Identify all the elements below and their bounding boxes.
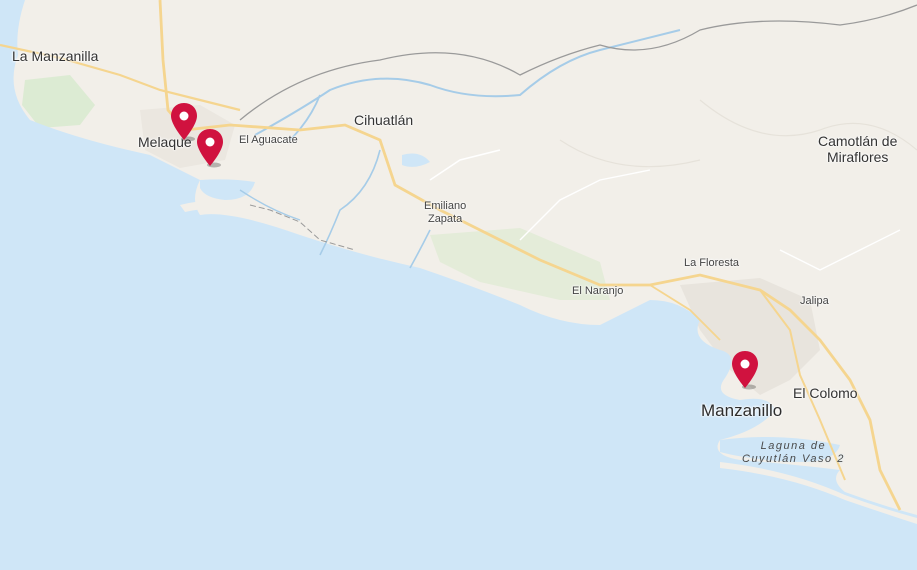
label-laguna-de-cuyutlan: Laguna de Cuyutlán Vaso 2: [742, 440, 845, 465]
label-la-manzanilla: La Manzanilla: [12, 48, 99, 64]
map-pin-icon: [732, 351, 758, 390]
label-manzanillo: Manzanillo: [701, 401, 783, 420]
map-marker-pin[interactable]: [195, 128, 225, 168]
label-cihuatlan: Cihuatlán: [354, 112, 414, 128]
label-camotlan-de-miraflores: Camotlán de Miraflores: [818, 133, 898, 166]
label-el-naranjo: El Naranjo: [572, 285, 624, 297]
map-marker-pin[interactable]: [730, 350, 760, 390]
map-pin-icon: [197, 129, 223, 168]
label-la-floresta: La Floresta: [684, 257, 740, 269]
label-emiliano-zapata: Emiliano Zapata: [424, 200, 467, 225]
label-el-aguacate: El Aguacate: [239, 134, 298, 146]
map-view[interactable]: La Manzanilla Melaque El Aguacate Cihuat…: [0, 0, 917, 570]
label-el-colomo: El Colomo: [793, 385, 858, 401]
map-basemap: [0, 0, 917, 570]
label-jalipa: Jalipa: [800, 295, 829, 307]
